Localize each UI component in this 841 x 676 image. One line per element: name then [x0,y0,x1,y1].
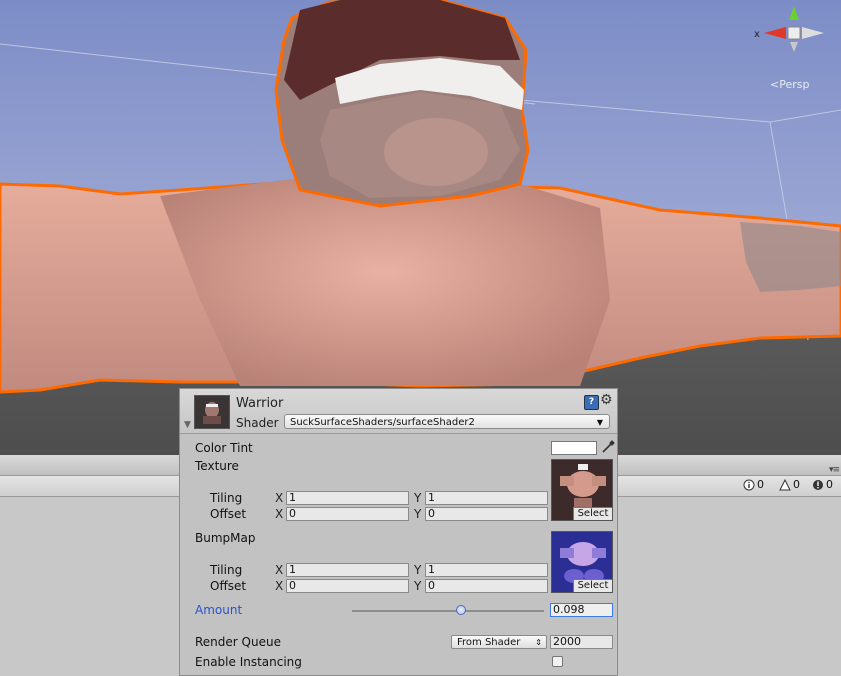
shader-dropdown-value: SuckSurfaceShaders/surfaceShader2 [290,417,475,428]
bumpmap-tiling-label: Tiling [210,563,243,577]
texture-offset-y-label: Y [414,507,422,521]
bumpmap-offset-label: Offset [210,579,247,593]
panel-menu-icon[interactable]: ▾≡ [829,465,840,475]
texture-tiling-y-label: Y [414,491,422,505]
render-queue-dropdown-value: From Shader [457,637,521,648]
bumpmap-tiling-y-label: Y [414,563,422,577]
shader-label: Shader [236,416,279,430]
color-tint-swatch[interactable] [551,441,597,455]
character-torso [160,178,610,386]
help-icon[interactable]: ? [584,395,599,410]
collapse-arrow-icon[interactable]: ▼ [184,420,191,430]
amount-slider-track[interactable] [352,610,544,612]
render-queue-field[interactable]: 2000 [550,635,613,649]
render-queue-label: Render Queue [195,635,281,649]
texture-offset-x-field[interactable]: 0 [286,507,409,521]
console-info-toggle[interactable]: 0 [743,477,764,493]
texture-tiling-x-label: X [275,491,284,505]
material-header: Warrior Shader SuckSurfaceShaders/surfac… [180,389,617,434]
bumpmap-tiling-x-label: X [275,563,284,577]
bumpmap-slot[interactable]: Select [551,531,613,593]
texture-tiling-x-field[interactable]: 1 [286,491,409,505]
console-error-toggle[interactable]: 0 [812,477,833,493]
gizmo-x-label: x [754,29,760,40]
amount-label: Amount [195,603,243,617]
bumpmap-tiling-y-field[interactable]: 1 [425,563,548,577]
texture-offset-x-label: X [275,507,284,521]
bumpmap-offset-x-field[interactable]: 0 [286,579,409,593]
error-count: 0 [826,478,833,491]
enable-instancing-label: Enable Instancing [195,655,302,669]
bumpmap-offset-x-label: X [275,579,284,593]
material-preview-image [195,396,229,428]
render-queue-dropdown[interactable]: From Shader ⇕ [451,635,547,649]
texture-tiling-y-field[interactable]: 1 [425,491,548,505]
amount-slider-thumb[interactable] [456,605,467,615]
enable-instancing-checkbox[interactable] [552,656,563,667]
character-nose [384,118,488,186]
warning-count: 0 [793,478,800,491]
bumpmap-label: BumpMap [195,531,256,545]
texture-select-button[interactable]: Select [573,507,612,520]
amount-field[interactable]: 0.098 [550,603,613,617]
texture-slot[interactable]: Select [551,459,613,521]
material-name: Warrior [236,396,284,411]
scene-view[interactable]: x <Persp [0,0,841,455]
bumpmap-tiling-x-field[interactable]: 1 [286,563,409,577]
character-shoulder-pad [740,222,841,292]
material-preview-thumbnail[interactable] [194,395,230,429]
persp-label[interactable]: <Persp [770,78,809,91]
bumpmap-offset-y-label: Y [414,579,422,593]
texture-offset-y-field[interactable]: 0 [425,507,548,521]
console-warning-toggle[interactable]: 0 [779,477,800,493]
bumpmap-offset-y-field[interactable]: 0 [425,579,548,593]
info-icon [743,479,755,491]
texture-tiling-label: Tiling [210,491,243,505]
gear-icon[interactable]: ⚙ [600,392,613,408]
texture-label: Texture [195,459,239,473]
error-icon [813,480,823,490]
texture-offset-label: Offset [210,507,247,521]
bumpmap-select-button[interactable]: Select [573,579,612,592]
info-count: 0 [757,478,764,491]
shader-dropdown[interactable]: SuckSurfaceShaders/surfaceShader2 ▼ [284,414,610,429]
material-inspector: Warrior Shader SuckSurfaceShaders/surfac… [179,388,618,676]
eyedropper-icon[interactable] [601,440,615,457]
persp-label-text: Persp [779,78,809,91]
dropdown-arrow-icon: ▼ [596,418,603,427]
warning-icon [779,479,791,491]
updown-arrow-icon: ⇕ [535,638,542,647]
color-tint-label: Color Tint [195,441,253,455]
